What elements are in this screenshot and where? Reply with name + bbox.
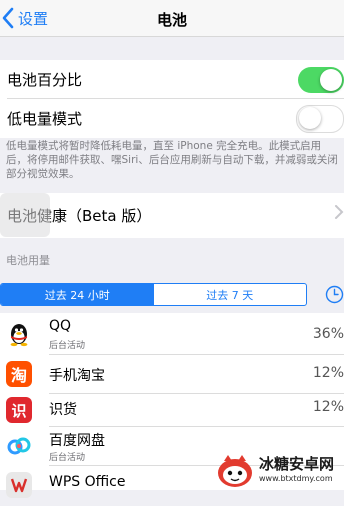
app-name: WPS Office [49,474,126,490]
shihuo-icon: 识 [6,397,32,423]
touch-highlight [0,193,50,237]
low-power-toggle[interactable] [296,105,344,133]
baidu-netdisk-icon [6,433,32,459]
taobao-icon: 淘 [6,361,32,387]
toggle-knob [299,107,321,129]
app-name: QQ [49,318,72,334]
qq-penguin-icon [6,321,32,347]
wps-office-icon [6,472,32,498]
battery-percentage-toggle[interactable] [298,67,344,93]
battery-health-group: 电池健康（Beta 版） [0,193,344,238]
app-name: 百度网盘 [49,433,105,449]
app-percent: 12% [312,399,344,415]
section-title: 电池用量 [6,254,50,267]
tab-7-days[interactable]: 过去 7 天 [154,284,307,305]
power-settings-group: 电池百分比 低电量模式 [0,60,344,138]
app-activity: 后台活动 [49,453,86,463]
list-item[interactable]: 淘 手机淘宝 12% [0,355,344,395]
low-power-note: 低电量模式将暂时降低耗电量，直至 iPhone 完全充电。此模式启用后，将停用邮… [6,140,338,180]
app-name: 手机淘宝 [49,368,105,384]
list-item[interactable]: QQ 后台活动 36% [0,315,344,355]
list-item[interactable]: 识 识货 12% [0,391,344,431]
app-percent: 12% [312,365,344,381]
app-name: 识货 [49,402,77,418]
watermark-mascot-icon [218,455,252,487]
battery-health-row[interactable]: 电池健康（Beta 版） [0,196,344,234]
tab-24-hours[interactable]: 过去 24 小时 [1,284,154,305]
toggle-knob [320,69,342,91]
watermark-logo: 冰糖安卓网 www.btxtdmy.com [215,451,344,490]
navigation-bar: 设置 电池 [0,0,344,37]
low-power-label: 低电量模式 [7,109,83,128]
clock-icon[interactable] [325,285,344,304]
low-power-row: 低电量模式 [0,99,344,137]
app-percent: 36% [312,326,344,342]
watermark-url: www.btxtdmy.com [259,474,333,483]
battery-percentage-row: 电池百分比 [0,60,344,98]
watermark-text: 冰糖安卓网 [259,455,335,473]
page-title: 电池 [156,11,187,29]
battery-percentage-label: 电池百分比 [7,70,83,89]
app-activity: 后台活动 [49,341,86,351]
chevron-right-icon [335,205,344,219]
time-range-segmented-control: 过去 24 小时 过去 7 天 [0,283,307,306]
